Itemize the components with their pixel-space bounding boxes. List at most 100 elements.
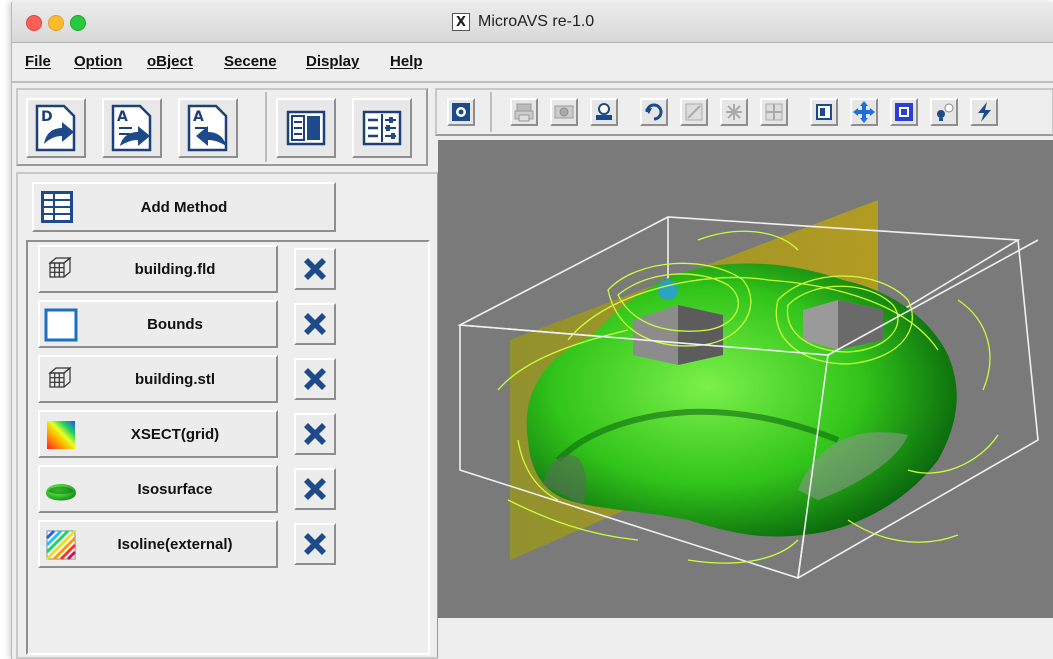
panel-icon xyxy=(685,103,703,121)
print-button[interactable] xyxy=(510,98,538,126)
zoom-window-button[interactable] xyxy=(70,15,86,31)
method-row: Isosurface xyxy=(38,465,428,513)
method-row: building.stl xyxy=(38,355,428,403)
open-data-button[interactable]: D xyxy=(26,98,86,158)
method-list: building.fld Bounds building.stl XSECT(g… xyxy=(26,240,430,655)
delete-method-button[interactable] xyxy=(294,248,336,290)
snapshot-icon xyxy=(554,105,574,119)
svg-text:D: D xyxy=(41,109,53,125)
move-icon xyxy=(853,101,875,123)
append-data-button[interactable]: A xyxy=(102,98,162,158)
shrink-button[interactable] xyxy=(760,98,788,126)
menu-option[interactable]: Option xyxy=(74,53,122,70)
isosurface-icon xyxy=(46,484,76,501)
method-row: Isoline(external) xyxy=(38,520,428,568)
3d-viewport[interactable] xyxy=(438,140,1053,618)
method-panel: Add Method building.fld Bounds building.… xyxy=(16,172,439,659)
menu-bar: File Option oBject Secene Display Help xyxy=(12,43,1053,83)
rotate-icon xyxy=(645,103,663,121)
color-slice-icon xyxy=(47,421,75,449)
record-icon xyxy=(596,103,612,120)
panel-button[interactable] xyxy=(680,98,708,126)
menu-scene[interactable]: Secene xyxy=(224,53,277,70)
method-row: building.fld xyxy=(38,245,428,293)
svg-text:A: A xyxy=(117,109,128,125)
two-panel-layout-icon xyxy=(286,110,326,146)
method-isosurface-button[interactable]: Isosurface xyxy=(38,465,278,513)
print-icon xyxy=(514,103,534,122)
method-isoline-button[interactable]: Isoline(external) xyxy=(38,520,278,568)
append-data-alt-icon: A xyxy=(187,104,228,152)
grid-cube-icon xyxy=(48,256,72,278)
method-label: building.stl xyxy=(135,371,215,388)
snapshot-button[interactable] xyxy=(550,98,578,126)
append-data-alt-button[interactable]: A xyxy=(178,98,238,158)
window-title-text: MicroAVS re-1.0 xyxy=(478,13,595,30)
window-title: X MicroAVS re-1.0 xyxy=(452,12,594,32)
isoline-icon xyxy=(45,529,77,561)
frame-icon xyxy=(895,103,913,121)
delete-x-icon xyxy=(304,423,326,445)
mask-icon xyxy=(816,104,832,120)
menu-display[interactable]: Display xyxy=(306,53,359,70)
x11-icon: X xyxy=(452,13,470,31)
add-method-button[interactable]: Add Method xyxy=(32,182,336,232)
toolbar-separator xyxy=(265,92,267,162)
minimize-window-button[interactable] xyxy=(48,15,64,31)
bounds-box-icon xyxy=(44,308,78,342)
delete-method-button[interactable] xyxy=(294,468,336,510)
delete-method-button[interactable] xyxy=(294,303,336,345)
method-label: XSECT(grid) xyxy=(130,426,220,443)
menu-object[interactable]: oBject xyxy=(147,53,193,70)
delete-x-icon xyxy=(304,533,326,555)
shrink-icon xyxy=(765,103,783,121)
method-label: Isoline(external) xyxy=(117,536,233,553)
panel-settings-icon xyxy=(362,110,402,146)
append-data-icon: A xyxy=(111,104,152,152)
expand-icon xyxy=(726,104,742,120)
delete-method-button[interactable] xyxy=(294,358,336,400)
delete-x-icon xyxy=(304,258,326,280)
title-bar: X MicroAVS re-1.0 xyxy=(12,2,1053,43)
toolbar-separator xyxy=(490,92,492,132)
light-icon xyxy=(937,103,954,121)
rotate-button[interactable] xyxy=(640,98,668,126)
light-button[interactable] xyxy=(930,98,958,126)
scene-render xyxy=(457,200,1039,579)
view-toolbar xyxy=(435,88,1053,136)
expand-button[interactable] xyxy=(720,98,748,126)
delete-x-icon xyxy=(304,368,326,390)
flash-button[interactable] xyxy=(970,98,998,126)
status-area xyxy=(438,618,1053,659)
close-window-button[interactable] xyxy=(26,15,42,31)
mask-button[interactable] xyxy=(810,98,838,126)
method-row: Bounds xyxy=(38,300,428,348)
method-building-fld-button[interactable]: building.fld xyxy=(38,245,278,293)
panel-settings-button[interactable] xyxy=(352,98,412,158)
delete-x-icon xyxy=(304,478,326,500)
frame-button[interactable] xyxy=(890,98,918,126)
method-label: building.fld xyxy=(134,261,216,278)
method-bounds-button[interactable]: Bounds xyxy=(38,300,278,348)
camera-reset-button[interactable] xyxy=(447,98,475,126)
move-button[interactable] xyxy=(850,98,878,126)
method-building-stl-button[interactable]: building.stl xyxy=(38,355,278,403)
svg-text:A: A xyxy=(193,109,204,125)
two-panel-layout-button[interactable] xyxy=(276,98,336,158)
method-xsect-button[interactable]: XSECT(grid) xyxy=(38,410,278,458)
flash-icon xyxy=(978,102,991,122)
delete-method-button[interactable] xyxy=(294,523,336,565)
add-method-label: Add Method xyxy=(140,199,228,216)
delete-x-icon xyxy=(304,313,326,335)
grid-cube-icon xyxy=(48,366,72,388)
menu-help[interactable]: Help xyxy=(390,53,423,70)
delete-method-button[interactable] xyxy=(294,413,336,455)
menu-file[interactable]: File xyxy=(25,53,51,70)
app-window: X MicroAVS re-1.0 File Option oBject Sec… xyxy=(11,2,1053,659)
method-label: Isosurface xyxy=(137,481,213,498)
method-label: Bounds xyxy=(147,316,203,333)
method-row: XSECT(grid) xyxy=(38,410,428,458)
record-button[interactable] xyxy=(590,98,618,126)
data-open-icon: D xyxy=(35,104,76,152)
file-toolbar: D A A xyxy=(16,88,428,166)
